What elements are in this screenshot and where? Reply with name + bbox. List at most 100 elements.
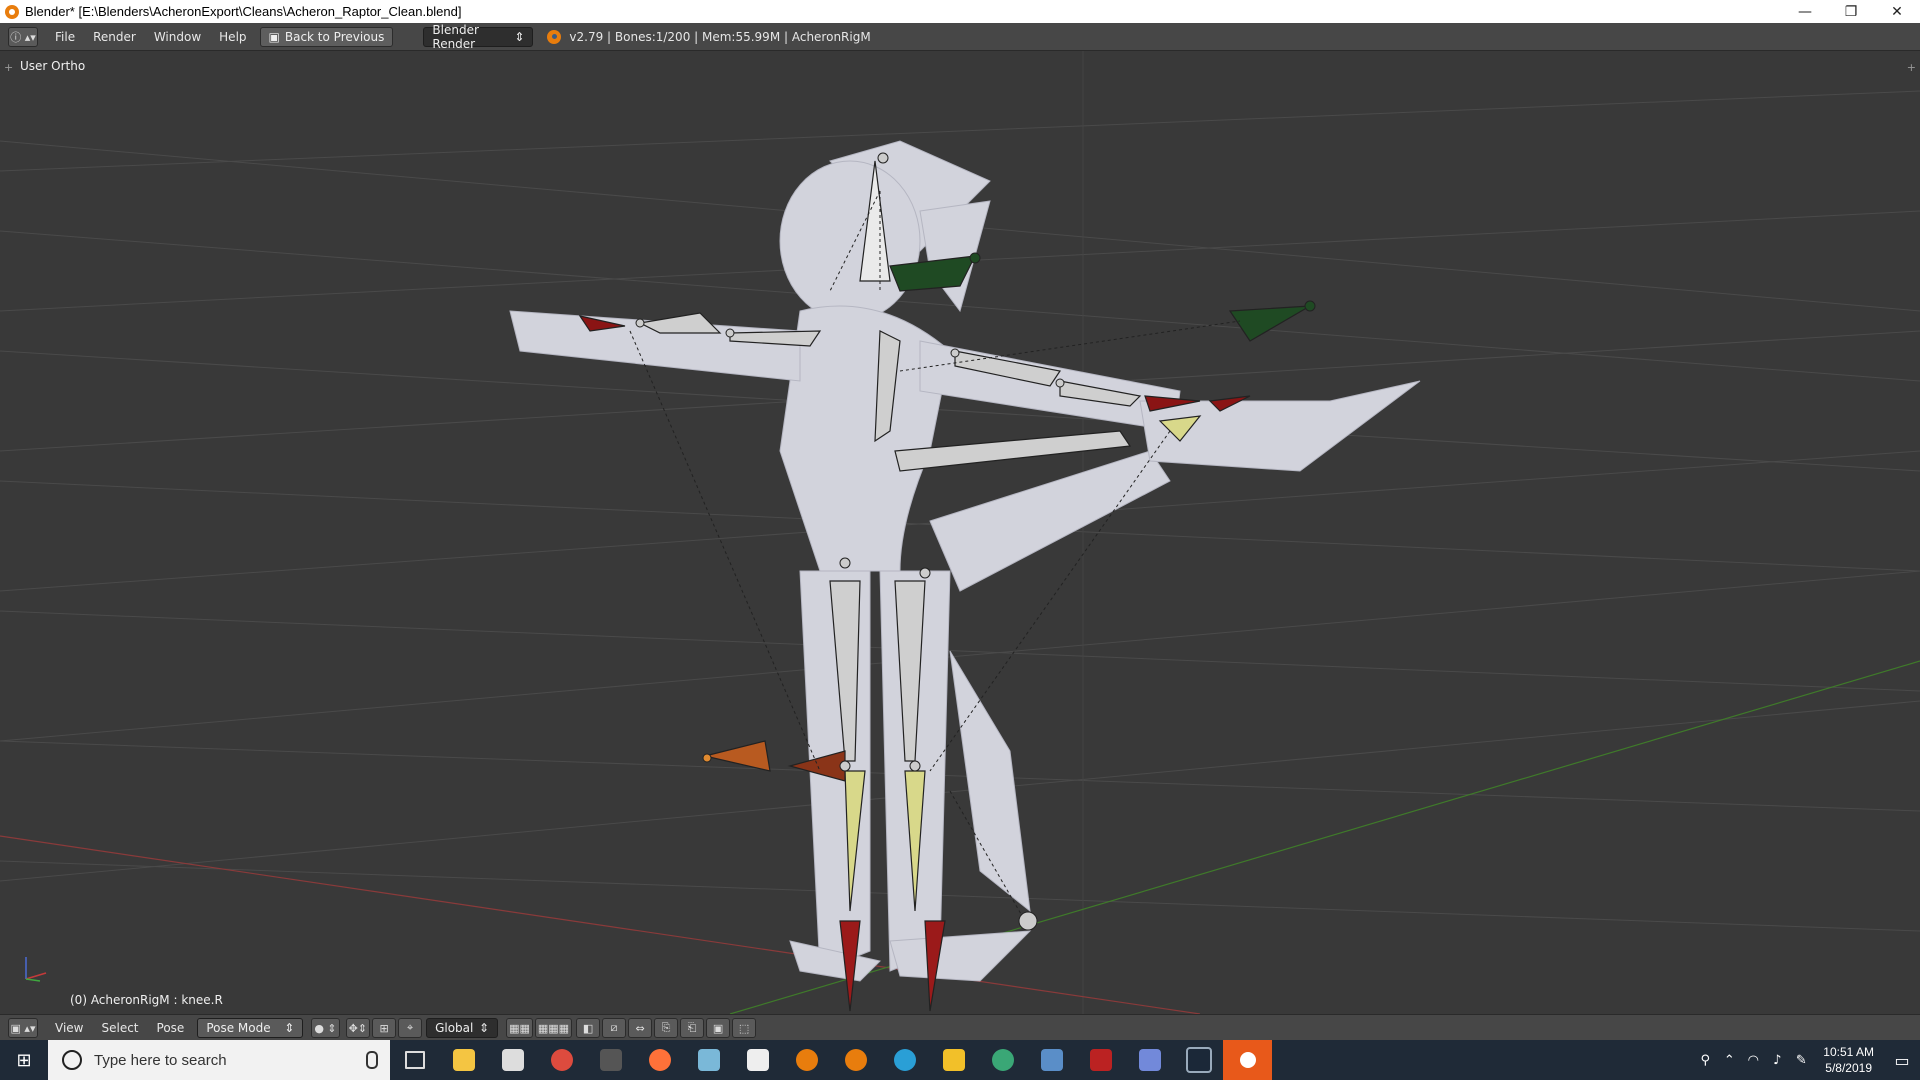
editor-type-selector[interactable]: ⓘ ▴▾ bbox=[8, 26, 38, 47]
layers-icon: ▦▦▦ bbox=[537, 1021, 570, 1035]
taskbar-app[interactable] bbox=[782, 1040, 831, 1080]
taskbar-app[interactable] bbox=[1076, 1040, 1125, 1080]
menu-select[interactable]: Select bbox=[92, 1021, 147, 1035]
task-view-button[interactable] bbox=[390, 1040, 439, 1080]
active-object-label: (0) AcheronRigM : knee.R bbox=[70, 993, 223, 1007]
pivot-icon: ✥⇕ bbox=[348, 1021, 368, 1035]
notifications-icon[interactable]: ▭ bbox=[1884, 1040, 1920, 1080]
steam-icon bbox=[1185, 1047, 1212, 1073]
status-text: v2.79 | Bones:1/200 | Mem:55.99M | Acher… bbox=[569, 29, 871, 44]
clock-time: 10:51 AM bbox=[1823, 1045, 1874, 1059]
taskbar-app[interactable] bbox=[586, 1040, 635, 1080]
corner-plus-icon[interactable]: + bbox=[1907, 61, 1916, 74]
start-button[interactable]: ⊞ bbox=[0, 1040, 48, 1080]
taskbar-app[interactable] bbox=[880, 1040, 929, 1080]
corner-plus-icon[interactable]: + bbox=[4, 61, 13, 74]
app-icon bbox=[991, 1049, 1014, 1071]
layers-icon: ▦▦ bbox=[509, 1021, 530, 1035]
updown-icon: ⇕ bbox=[284, 1021, 295, 1035]
menu-file[interactable]: File bbox=[46, 30, 84, 44]
show-hidden-icons[interactable]: ⌃ bbox=[1717, 1053, 1741, 1068]
render-preview-button[interactable]: ▣ bbox=[706, 1018, 731, 1038]
search-box[interactable]: Type here to search bbox=[48, 1040, 390, 1080]
mode-label: Pose Mode bbox=[206, 1021, 271, 1035]
layer-buttons[interactable]: ▦▦ bbox=[506, 1018, 533, 1038]
view-mode-label: User Ortho bbox=[20, 59, 86, 73]
taskbar-app[interactable] bbox=[929, 1040, 978, 1080]
taskbar-app[interactable] bbox=[439, 1040, 488, 1080]
taskbar-app[interactable] bbox=[635, 1040, 684, 1080]
lock-icon: ◧ bbox=[582, 1021, 594, 1035]
network-icon[interactable]: ◠ bbox=[1741, 1053, 1765, 1068]
minimize-button[interactable]: — bbox=[1782, 0, 1828, 23]
paste-pose-button[interactable]: ⎗ bbox=[680, 1018, 705, 1038]
menu-help[interactable]: Help bbox=[210, 30, 255, 44]
3d-view-header: ▣ ▴▾ View Select Pose Pose Mode ⇕ ● ⇕ ✥⇕… bbox=[0, 1014, 1920, 1041]
proportional-button[interactable]: ⇔ bbox=[628, 1018, 653, 1038]
close-button[interactable]: ✕ bbox=[1874, 0, 1920, 23]
menu-window[interactable]: Window bbox=[145, 30, 210, 44]
taskbar-app[interactable] bbox=[831, 1040, 880, 1080]
taskbar-app[interactable] bbox=[488, 1040, 537, 1080]
copy-pose-icon: ⎘ bbox=[661, 1021, 671, 1034]
blender-icon bbox=[844, 1049, 867, 1071]
solid-shading-icon: ● ⇕ bbox=[314, 1021, 337, 1035]
windows-taskbar: ⊞ Type here to search ⚲ ⌃ ◠ ♪ ✎ 10:51 AM… bbox=[0, 1040, 1920, 1080]
3d-viewport[interactable]: User Ortho + + (0) AcheronRigM : knee.R bbox=[0, 51, 1920, 1014]
menu-pose[interactable]: Pose bbox=[148, 1021, 194, 1035]
back-to-previous-button[interactable]: ▣ Back to Previous bbox=[259, 26, 394, 47]
copy-pose-button[interactable]: ⎘ bbox=[654, 1018, 679, 1038]
people-icon[interactable]: ⚲ bbox=[1693, 1053, 1717, 1068]
info-icon: ⓘ ▴▾ bbox=[10, 30, 36, 44]
camera-icon: ▣ bbox=[712, 1021, 724, 1035]
taskbar-app[interactable] bbox=[1174, 1040, 1223, 1080]
layer-buttons-2[interactable]: ▦▦▦ bbox=[534, 1018, 573, 1038]
microphone-icon[interactable] bbox=[366, 1051, 378, 1069]
taskbar-app[interactable] bbox=[1125, 1040, 1174, 1080]
updown-icon: ⇕ bbox=[514, 29, 525, 44]
restore-button[interactable]: ❐ bbox=[1828, 0, 1874, 23]
taskbar-app[interactable] bbox=[733, 1040, 782, 1080]
keying-icon: ⬚ bbox=[738, 1021, 750, 1035]
render-engine-label: Blender Render bbox=[432, 22, 479, 51]
axis-gizmo-icon bbox=[25, 957, 47, 982]
search-placeholder: Type here to search bbox=[94, 1051, 227, 1069]
taskbar-app[interactable] bbox=[684, 1040, 733, 1080]
app-icon bbox=[697, 1049, 720, 1071]
taskbar-app-active[interactable] bbox=[1223, 1040, 1272, 1080]
transform-orientation-icon-button[interactable]: ⌖ bbox=[398, 1018, 423, 1038]
pen-icon[interactable]: ✎ bbox=[1789, 1053, 1813, 1068]
shading-button[interactable]: ● ⇕ bbox=[311, 1018, 340, 1038]
keying-button[interactable]: ⬚ bbox=[732, 1018, 757, 1038]
menu-render[interactable]: Render bbox=[84, 30, 145, 44]
editor-type-selector[interactable]: ▣ ▴▾ bbox=[8, 1018, 38, 1038]
snap-icon: ⧄ bbox=[610, 1021, 618, 1034]
mode-select[interactable]: Pose Mode ⇕ bbox=[197, 1018, 304, 1038]
pivot-button[interactable]: ✥⇕ bbox=[345, 1018, 371, 1038]
screen-icon: ▣ bbox=[268, 29, 280, 44]
taskbar-app[interactable] bbox=[1027, 1040, 1076, 1080]
orientation-icon: ⌖ bbox=[406, 1021, 414, 1034]
cortana-icon bbox=[62, 1050, 82, 1070]
app-icon bbox=[893, 1049, 916, 1071]
blender-icon bbox=[795, 1049, 818, 1071]
menu-view[interactable]: View bbox=[46, 1021, 92, 1035]
clock[interactable]: 10:51 AM 5/8/2019 bbox=[1823, 1044, 1874, 1076]
window-title: Blender* [E:\Blenders\AcheronExport\Clea… bbox=[25, 4, 462, 19]
viewport-scene[interactable] bbox=[0, 51, 1920, 1014]
clock-date: 5/8/2019 bbox=[1825, 1061, 1872, 1075]
snap-button[interactable]: ⧄ bbox=[602, 1018, 627, 1038]
view3d-icon: ▣ ▴▾ bbox=[10, 1021, 36, 1035]
render-engine-select[interactable]: Blender Render ⇕ bbox=[423, 23, 534, 51]
taskbar-app[interactable] bbox=[537, 1040, 586, 1080]
proportional-icon: ⇔ bbox=[635, 1021, 645, 1035]
volume-icon[interactable]: ♪ bbox=[1765, 1053, 1789, 1068]
app-icon bbox=[942, 1049, 965, 1071]
system-tray: ⚲ ⌃ ◠ ♪ ✎ 10:51 AM 5/8/2019 ▭ bbox=[1693, 1040, 1920, 1080]
orientation-label: Global bbox=[435, 1021, 474, 1035]
task-view-icon bbox=[404, 1051, 425, 1069]
taskbar-app[interactable] bbox=[978, 1040, 1027, 1080]
transform-orientation-select[interactable]: Global ⇕ bbox=[426, 1018, 499, 1038]
manipulator-button[interactable]: ⊞ bbox=[372, 1018, 397, 1038]
lock-layer-button[interactable]: ◧ bbox=[576, 1018, 601, 1038]
